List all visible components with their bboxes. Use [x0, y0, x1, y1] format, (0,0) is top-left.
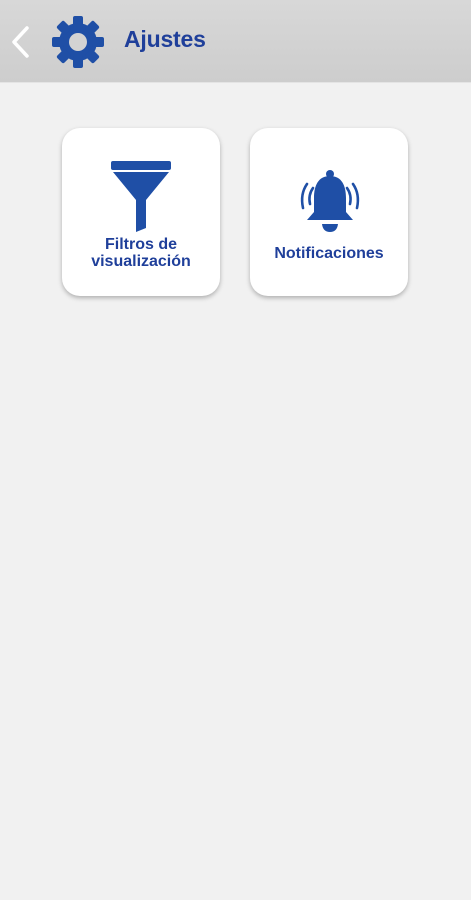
back-button[interactable]	[6, 22, 36, 62]
funnel-icon	[111, 161, 171, 232]
filters-label-line-2: visualización	[91, 253, 191, 270]
filters-label-line-1: Filtros de	[104, 236, 177, 253]
chevron-left-icon	[12, 26, 29, 58]
page-title: Ajustes	[124, 26, 206, 52]
notifications-tile-button[interactable]: Notificaciones	[250, 128, 408, 296]
bell-ringing-icon	[300, 170, 360, 232]
filters-tile-label: Filtros de visualización	[62, 236, 220, 270]
notifications-tile-label: Notificaciones	[274, 245, 384, 262]
filters-tile-button[interactable]: Filtros de visualización	[62, 128, 220, 296]
gear-icon	[52, 16, 104, 68]
app-header: Ajustes	[0, 0, 471, 82]
